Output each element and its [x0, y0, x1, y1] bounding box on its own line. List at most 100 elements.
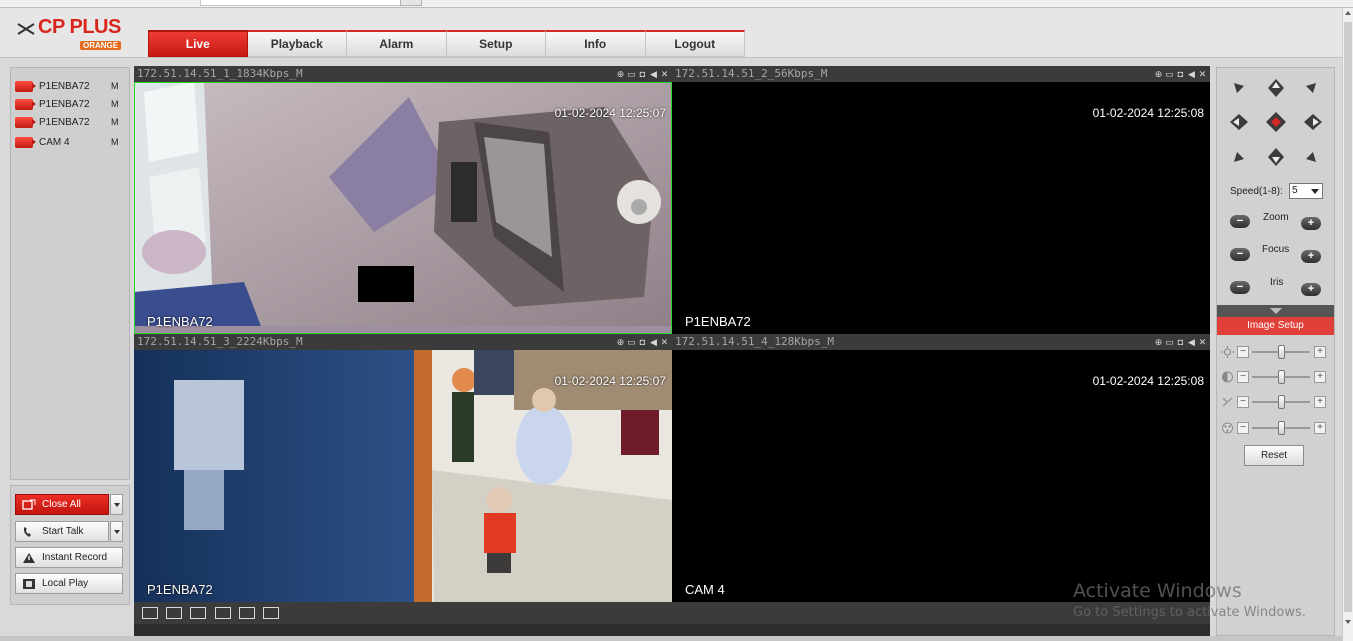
- audio-icon[interactable]: ◀: [649, 337, 658, 347]
- layout-wide-icon[interactable]: [215, 607, 231, 619]
- zoom-icon[interactable]: ⊕: [616, 69, 625, 79]
- tab-live[interactable]: Live: [148, 30, 248, 57]
- ptz-right-icon[interactable]: [1304, 114, 1322, 130]
- start-talk-dropdown[interactable]: [110, 521, 123, 542]
- layout-quad-icon[interactable]: [263, 607, 279, 619]
- hue-thumb[interactable]: [1278, 421, 1285, 435]
- ptz-up-right-icon[interactable]: [1304, 81, 1318, 95]
- camera-label-overlay: P1ENBA72: [685, 314, 751, 329]
- audio-icon[interactable]: ◀: [1187, 337, 1196, 347]
- close-all-button[interactable]: Close All: [15, 494, 109, 515]
- app-root: CP PLUS ORANGE Live Playback Alarm Setup…: [0, 0, 1353, 641]
- camera-icon: [15, 98, 36, 110]
- snapshot-icon[interactable]: ◘: [638, 69, 647, 79]
- ptz-panel: Speed(1-8): 5 − Zoom + − Focus + − Iris …: [1216, 67, 1335, 636]
- ptz-down-right-icon[interactable]: [1304, 150, 1318, 164]
- brightness-increase[interactable]: +: [1314, 346, 1326, 358]
- tab-alarm[interactable]: Alarm: [347, 30, 447, 57]
- browser-tab-close[interactable]: [400, 0, 422, 6]
- video-feed[interactable]: 01-02-2024 12:25:08 P1ENBA72: [672, 82, 1210, 334]
- page-scrollbar[interactable]: [1342, 8, 1353, 641]
- tab-setup[interactable]: Setup: [446, 30, 546, 57]
- brightness-thumb[interactable]: [1278, 345, 1285, 359]
- scroll-thumb[interactable]: [1344, 22, 1352, 612]
- record-icon[interactable]: ▭: [1165, 337, 1174, 347]
- iris-open-button[interactable]: +: [1301, 283, 1321, 296]
- tab-playback[interactable]: Playback: [247, 30, 347, 57]
- saturation-thumb[interactable]: [1278, 395, 1285, 409]
- close-icon[interactable]: ✕: [660, 337, 669, 347]
- ptz-center-icon[interactable]: [1266, 112, 1286, 132]
- iris-label: Iris: [1270, 277, 1284, 288]
- hue-decrease[interactable]: −: [1237, 422, 1249, 434]
- video-feed[interactable]: 01-02-2024 12:25:07 P1ENBA72: [134, 350, 672, 602]
- ptz-left-icon[interactable]: [1230, 114, 1248, 130]
- contrast-increase[interactable]: +: [1314, 371, 1326, 383]
- speed-select[interactable]: 5: [1289, 183, 1323, 199]
- zoom-in-button[interactable]: +: [1301, 217, 1321, 230]
- device-item[interactable]: P1ENBA72 M: [15, 114, 127, 130]
- zoom-icon[interactable]: ⊕: [616, 337, 625, 347]
- saturation-increase[interactable]: +: [1314, 396, 1326, 408]
- snapshot-icon[interactable]: ◘: [638, 337, 647, 347]
- contrast-decrease[interactable]: −: [1237, 371, 1249, 383]
- device-item[interactable]: P1ENBA72 M: [15, 78, 127, 94]
- close-icon[interactable]: ✕: [660, 69, 669, 79]
- instant-record-button[interactable]: Instant Record: [15, 547, 123, 568]
- timestamp-overlay: 01-02-2024 12:25:07: [554, 106, 666, 120]
- device-stream[interactable]: M: [111, 81, 119, 91]
- tab-info[interactable]: Info: [546, 30, 646, 57]
- device-stream[interactable]: M: [111, 137, 119, 147]
- device-stream[interactable]: M: [111, 117, 119, 127]
- layout-fit-icon[interactable]: [190, 607, 206, 619]
- image-setup-header[interactable]: Image Setup: [1217, 317, 1334, 335]
- close-icon[interactable]: ✕: [1198, 337, 1207, 347]
- focus-far-button[interactable]: +: [1301, 250, 1321, 263]
- zoom-icon[interactable]: ⊕: [1154, 69, 1163, 79]
- phone-icon: [23, 526, 31, 537]
- record-icon[interactable]: ▭: [627, 69, 636, 79]
- scroll-up-icon[interactable]: [1345, 11, 1351, 15]
- zoom-icon[interactable]: ⊕: [1154, 337, 1163, 347]
- start-talk-button[interactable]: Start Talk: [15, 521, 109, 542]
- ptz-up-left-icon[interactable]: [1232, 81, 1246, 95]
- tab-logout[interactable]: Logout: [645, 30, 745, 57]
- audio-icon[interactable]: ◀: [649, 69, 658, 79]
- close-icon[interactable]: ✕: [1198, 69, 1207, 79]
- video-cell-3[interactable]: 172.51.14.51_3_2224Kbps_M ⊕ ▭ ◘ ◀ ✕ 01-0…: [134, 334, 672, 602]
- record-icon[interactable]: ▭: [627, 337, 636, 347]
- contrast-thumb[interactable]: [1278, 370, 1285, 384]
- snapshot-icon[interactable]: ◘: [1176, 69, 1185, 79]
- channel-header: 172.51.14.51_3_2224Kbps_M: [134, 334, 672, 350]
- ptz-up-icon[interactable]: [1268, 79, 1284, 97]
- record-icon[interactable]: ▭: [1165, 69, 1174, 79]
- brightness-icon: [1221, 346, 1234, 358]
- ptz-down-icon[interactable]: [1268, 148, 1284, 166]
- device-stream[interactable]: M: [111, 99, 119, 109]
- layout-single-icon[interactable]: [239, 607, 255, 619]
- scroll-down-icon[interactable]: [1345, 620, 1351, 624]
- iris-close-button[interactable]: −: [1230, 281, 1250, 294]
- close-all-dropdown[interactable]: [110, 494, 123, 515]
- saturation-decrease[interactable]: −: [1237, 396, 1249, 408]
- brightness-decrease[interactable]: −: [1237, 346, 1249, 358]
- hue-increase[interactable]: +: [1314, 422, 1326, 434]
- focus-near-button[interactable]: −: [1230, 248, 1250, 261]
- layout-fullscreen-icon[interactable]: [142, 607, 158, 619]
- ptz-down-left-icon[interactable]: [1232, 150, 1246, 164]
- device-item[interactable]: P1ENBA72 M: [15, 96, 127, 112]
- zoom-out-button[interactable]: −: [1230, 215, 1250, 228]
- browser-tab[interactable]: [200, 0, 410, 6]
- video-feed[interactable]: 01-02-2024 12:25:08 CAM 4: [672, 350, 1210, 602]
- layout-ratio-icon[interactable]: [166, 607, 182, 619]
- video-feed[interactable]: 01-02-2024 12:25:07 P1ENBA72: [134, 82, 672, 334]
- snapshot-icon[interactable]: ◘: [1176, 337, 1185, 347]
- audio-icon[interactable]: ◀: [1187, 69, 1196, 79]
- reset-button[interactable]: Reset: [1244, 445, 1304, 466]
- video-cell-2[interactable]: 172.51.14.51_2_56Kbps_M ⊕ ▭ ◘ ◀ ✕ 01-02-…: [672, 66, 1210, 334]
- device-item[interactable]: CAM 4 M: [15, 134, 127, 150]
- local-play-button[interactable]: Local Play: [15, 573, 123, 594]
- video-cell-4[interactable]: 172.51.14.51_4_128Kbps_M ⊕ ▭ ◘ ◀ ✕ 01-02…: [672, 334, 1210, 602]
- video-cell-1[interactable]: 172.51.14.51_1_1834Kbps_M ⊕ ▭ ◘ ◀ ✕ 01-0…: [134, 66, 672, 334]
- ptz-collapse-toggle[interactable]: [1217, 305, 1334, 317]
